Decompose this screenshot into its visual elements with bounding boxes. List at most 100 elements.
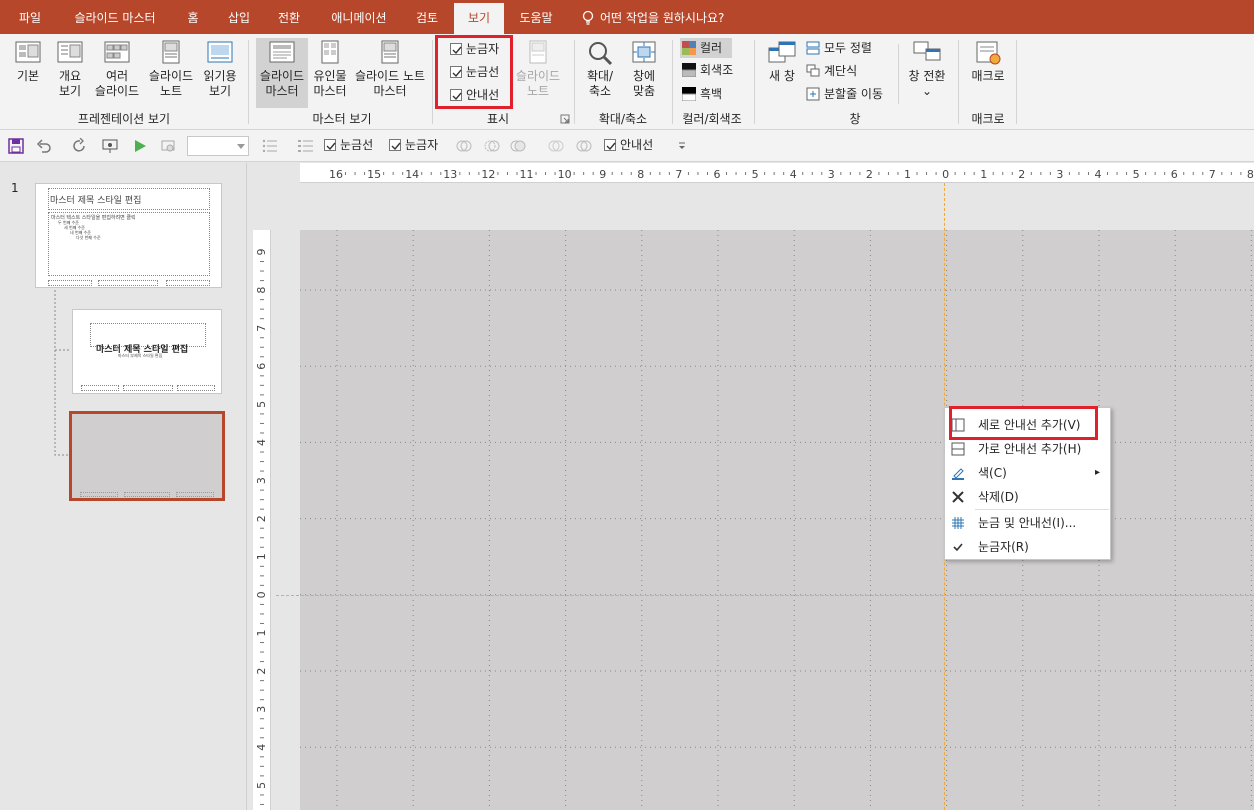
- ruler-tick-label: 1: [255, 553, 268, 560]
- numbering-icon[interactable]: [298, 138, 314, 154]
- color-button[interactable]: 컬러: [680, 38, 732, 58]
- notes-pane-button[interactable]: 슬라이드 노트: [512, 40, 564, 99]
- horizontal-ruler[interactable]: 16 15 14 13 12 11 10 9 8 7 6 5 4 3 2 1 0 1 2 3 4 5 6 7 8: [300, 163, 1254, 183]
- vertical-ruler-ticks: 9 8 7 6 5 4 3 2 1 0 1 2 3 4 5: [255, 249, 268, 805]
- tab-insert[interactable]: 삽입: [220, 0, 258, 34]
- menu-item-ruler[interactable]: 눈금자(R): [945, 535, 1110, 559]
- master-title-text: 마스터 제목 스타일 편집: [50, 196, 142, 206]
- qat-ruler-checkbox[interactable]: 눈금자: [389, 137, 438, 153]
- normal-view-label: 기본: [16, 69, 40, 83]
- qat-gridlines-checkbox[interactable]: 눈금선: [324, 137, 373, 153]
- ruler-tick-label: 0: [255, 591, 268, 598]
- vertical-ruler[interactable]: 9 8 7 6 5 4 3 2 1 0 1 2 3 4 5: [253, 230, 271, 810]
- highlight-box-show-group: [435, 35, 513, 109]
- ruler-tick-label: 3: [255, 477, 268, 484]
- tab-view[interactable]: 보기: [454, 0, 504, 34]
- ruler-tick-label: 11: [520, 168, 534, 181]
- font-size-dropdown[interactable]: [187, 136, 249, 156]
- tab-home[interactable]: 홈: [176, 0, 210, 34]
- notes-page-button[interactable]: 슬라이드 노트: [144, 40, 198, 99]
- slide-sorter-icon: [104, 41, 130, 63]
- notes-master-button[interactable]: 슬라이드 노트 마스터: [352, 40, 428, 99]
- switch-windows-button[interactable]: 창 전환 ⌄: [904, 40, 950, 99]
- macros-button[interactable]: 매크로: [966, 40, 1010, 84]
- menu-item-grid-and-guides[interactable]: 눈금 및 안내선(I)...: [945, 511, 1110, 535]
- handout-master-icon: [321, 40, 339, 64]
- tab-file[interactable]: 파일: [8, 0, 52, 34]
- tab-review[interactable]: 검토: [406, 0, 448, 34]
- qat-guides-checkbox[interactable]: 안내선: [604, 137, 653, 153]
- ruler-tick-label: 2: [1018, 168, 1025, 181]
- normal-view-button[interactable]: 기본: [6, 40, 50, 84]
- shape-union-icon[interactable]: [456, 138, 472, 154]
- dropdown-arrow-icon: [237, 144, 245, 149]
- slide-master-icon: [269, 41, 295, 63]
- ruler-tick-label: 12: [481, 168, 495, 181]
- ruler-tick-label: 7: [675, 168, 682, 181]
- slide-sorter-label-1: 여러: [105, 69, 129, 83]
- horizontal-guide[interactable]: [276, 595, 1254, 596]
- group-separator: [958, 40, 959, 124]
- slide-sorter-button[interactable]: 여러 슬라이드: [90, 40, 144, 99]
- title-layout-thumbnail[interactable]: 마스터 제목 스타일 편집 마스터 부제목 스타일 편집: [72, 309, 222, 394]
- touch-mode-icon[interactable]: [160, 138, 176, 154]
- undo-icon[interactable]: [36, 138, 52, 154]
- move-split-button[interactable]: 분할줄 이동: [806, 86, 883, 102]
- tab-transitions[interactable]: 전환: [268, 0, 310, 34]
- black-white-button[interactable]: 흑백: [682, 86, 722, 102]
- ruler-tick-label: 2: [255, 668, 268, 675]
- cascade-button[interactable]: 계단식: [806, 63, 857, 79]
- notes-pane-label-2: 노트: [526, 84, 550, 98]
- powerpoint-window: 파일 슬라이드 마스터 홈 삽입 전환 애니메이션 검토 보기 도움말 어떤 작…: [0, 0, 1254, 810]
- outline-view-button[interactable]: 개요 보기: [52, 40, 88, 99]
- menu-item-delete[interactable]: 삭제(D): [945, 485, 1110, 509]
- redo-icon[interactable]: [72, 138, 88, 154]
- slideshow-from-start-icon[interactable]: [102, 138, 118, 154]
- new-window-button[interactable]: 새 창: [762, 40, 802, 84]
- tab-animations[interactable]: 애니메이션: [320, 0, 398, 34]
- group-label-window: 창: [849, 112, 861, 126]
- zoom-button[interactable]: 확대/ 축소: [580, 40, 620, 99]
- delete-x-icon: [952, 491, 964, 503]
- fit-to-window-button[interactable]: 창에 맞춤: [624, 40, 664, 99]
- shape-combine-icon[interactable]: [484, 138, 500, 154]
- menu-item-add-horizontal-guide[interactable]: 가로 안내선 추가(H): [945, 437, 1110, 461]
- tab-slide-master[interactable]: 슬라이드 마스터: [62, 0, 168, 34]
- play-icon[interactable]: [132, 138, 148, 154]
- customize-qat-icon[interactable]: [674, 138, 690, 154]
- group-separator: [672, 40, 673, 124]
- dialog-launcher-icon[interactable]: [560, 114, 570, 124]
- handout-master-button[interactable]: 유인물 마스터: [310, 40, 350, 99]
- macros-label: 매크로: [971, 69, 1005, 83]
- bullets-icon[interactable]: [262, 138, 278, 154]
- master-slide-thumbnail[interactable]: 마스터 제목 스타일 편집 마스터 텍스트 스타일을 편집하려면 클릭 두 번째…: [35, 183, 222, 288]
- menu-item-label: 삭제(D): [978, 490, 1019, 504]
- save-icon[interactable]: [8, 138, 24, 154]
- qat-guides-label: 안내선: [620, 138, 654, 152]
- arrange-all-button[interactable]: 모두 정렬: [806, 40, 872, 56]
- shape-fragment-icon[interactable]: [510, 138, 526, 154]
- reading-view-label-2: 보기: [208, 84, 232, 98]
- qat-ruler-label: 눈금자: [405, 138, 439, 152]
- ruler-tick-label: 5: [1133, 168, 1140, 181]
- subgroup-separator: [898, 44, 899, 104]
- reading-view-label-1: 읽기용: [203, 69, 237, 83]
- grayscale-button[interactable]: 회색조: [682, 62, 733, 78]
- blank-layout-thumbnail-selected[interactable]: [69, 411, 225, 501]
- fit-window-icon: [632, 41, 656, 63]
- menu-item-label: 가로 안내선 추가(H): [978, 442, 1082, 456]
- menu-item-color[interactable]: 색(C) ▸: [945, 461, 1110, 485]
- tell-me-search[interactable]: 어떤 작업을 원하시나요?: [600, 0, 750, 34]
- tab-help[interactable]: 도움말: [510, 0, 562, 34]
- reading-view-button[interactable]: 읽기용 보기: [198, 40, 242, 99]
- color-swatch-icon: [682, 41, 696, 55]
- shape-subtract-icon[interactable]: [576, 138, 592, 154]
- slide-thumbnails-pane: 1 마스터 제목 스타일 편집 마스터 텍스트 스타일을 편집하려면 클릭 두 …: [0, 163, 247, 810]
- slide-master-view-button[interactable]: 슬라이드 마스터: [256, 38, 308, 108]
- handout-master-label-2: 마스터: [313, 84, 347, 98]
- shape-intersect-icon[interactable]: [548, 138, 564, 154]
- outline-view-icon: [57, 41, 83, 63]
- horizontal-ruler-ticks: 16 15 14 13 12 11 10 9 8 7 6 5 4 3 2 1 0 1 2 3 4 5 6 7 8: [329, 168, 1254, 181]
- ruler-tick-label: 6: [714, 168, 721, 181]
- notes-page-label-2: 노트: [159, 84, 183, 98]
